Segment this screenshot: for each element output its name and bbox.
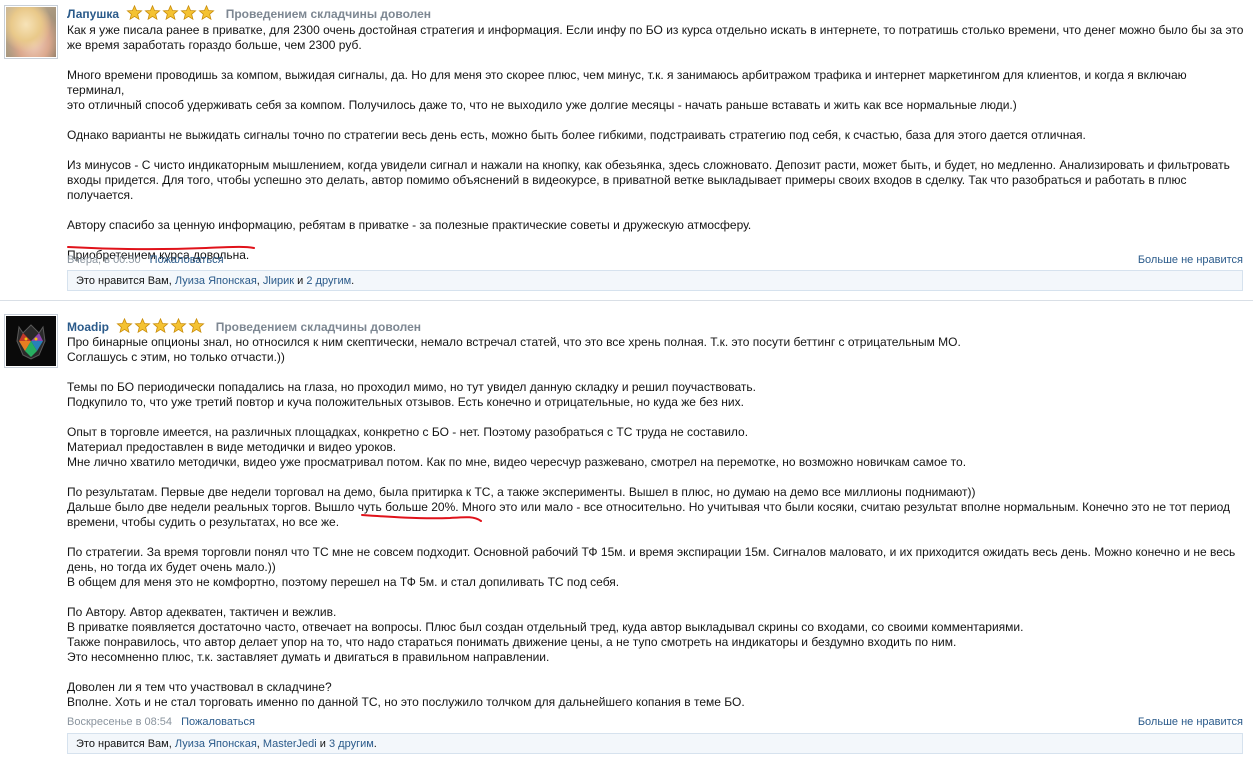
text-line: Доволен ли я тем что участвовал в складч… <box>67 680 332 694</box>
avatar[interactable] <box>4 314 58 368</box>
likes-prefix: Это нравится Вам, <box>76 738 175 750</box>
red-underline-annotation <box>67 245 255 251</box>
liker-link[interactable]: Луиза Японская <box>175 738 257 750</box>
text-line: Автору спасибо за ценную информацию, реб… <box>67 218 752 232</box>
report-link[interactable]: Пожаловаться <box>181 716 255 728</box>
text-line: день, но тогда их будет очень мало.)) <box>67 560 276 574</box>
post-body: Про бинарные опционы знал, но относился … <box>67 335 1247 710</box>
text-line: В общем для меня это не комфортно, поэто… <box>67 575 620 589</box>
username-link[interactable]: Лапушка <box>67 7 119 21</box>
text-line: Это несомненно плюс, т.к. заставляет дум… <box>67 650 550 664</box>
star-icon <box>198 5 215 20</box>
likes-prefix: Это нравится Вам, <box>76 275 175 287</box>
text-line: входы придется. Для того, чтобы успешно … <box>67 173 1187 187</box>
star-icon <box>170 318 187 333</box>
star-icon <box>134 318 151 333</box>
post-timestamp: Воскресенье в 08:54 <box>67 716 173 728</box>
likes-summary: Это нравится Вам, Луиза Японская, Master… <box>67 733 1243 754</box>
text-line: По результатам. Первые две недели торгов… <box>67 485 976 499</box>
rating-stars <box>126 5 216 23</box>
unlike-link[interactable]: Больше не нравится <box>1138 254 1243 266</box>
text-line: же время заработать гораздо больше, чем … <box>67 38 362 52</box>
post-body: Как я уже писала ранее в приватке, для 2… <box>67 23 1247 263</box>
post-timestamp: Вчера, в 00:50 <box>67 254 141 266</box>
text-line: Подкупило то, что уже третий повтор и ку… <box>67 395 744 409</box>
star-icon <box>162 5 179 20</box>
text-line: По Автору. Автор адекватен, тактичен и в… <box>67 605 337 619</box>
text-line: Темы по БО периодически попадались на гл… <box>67 380 756 394</box>
avatar[interactable] <box>4 5 58 59</box>
unlike-link[interactable]: Больше не нравится <box>1138 716 1243 728</box>
username-link[interactable]: Moadip <box>67 320 109 334</box>
text-line: Дальше было две недели реальных торгов. … <box>67 500 1230 514</box>
star-icon <box>188 318 205 333</box>
report-link[interactable]: Пожаловаться <box>150 254 224 266</box>
text-line: Вполне. Хоть и не стал торговать именно … <box>67 695 745 709</box>
liker-link[interactable]: Луиза Японская <box>175 275 257 287</box>
likes-and: и <box>294 275 307 287</box>
rating-verdict: Проведением складчины доволен <box>225 7 432 21</box>
others-link[interactable]: 2 другим <box>306 275 351 287</box>
likes-summary: Это нравится Вам, Луиза Японская, Jlирик… <box>67 270 1243 291</box>
post-divider <box>0 300 1253 301</box>
star-icon <box>180 5 197 20</box>
rating-stars <box>116 318 206 336</box>
text-line: времени, чтобы судить о результатах, но … <box>67 515 340 529</box>
star-icon <box>126 5 143 20</box>
wolf-avatar-icon <box>16 324 46 360</box>
likes-end: . <box>351 275 355 287</box>
liker-link[interactable]: Jlирик <box>263 275 294 287</box>
star-icon <box>152 318 169 333</box>
liker-link[interactable]: MasterJedi <box>263 738 317 750</box>
text-line: Мне лично хватило методички, видео уже п… <box>67 455 967 469</box>
text-line: Соглашусь с этим, но только отчасти.)) <box>67 350 285 364</box>
likes-end: . <box>373 738 377 750</box>
text-line: это отличный способ удерживать себя за к… <box>67 98 1017 112</box>
rating-verdict: Проведением складчины доволен <box>215 320 422 334</box>
red-underline-annotation <box>361 514 482 522</box>
star-icon <box>116 318 133 333</box>
text-line: получается. <box>67 188 134 202</box>
text-line: Много времени проводишь за компом, выжид… <box>67 68 1187 97</box>
star-icon <box>144 5 161 20</box>
others-link[interactable]: 3 другим <box>329 738 374 750</box>
text-line: По стратегии. За время торговли понял чт… <box>67 545 1236 559</box>
text-line: Как я уже писала ранее в приватке, для 2… <box>67 23 1244 37</box>
text-line: Также понравилось, что автор делает упор… <box>67 635 957 649</box>
text-line: Про бинарные опционы знал, но относился … <box>67 335 961 349</box>
text-line: Из минусов - С чисто индикаторным мышлен… <box>67 158 1230 172</box>
text-line: Опыт в торговле имеется, на различных пл… <box>67 425 749 439</box>
likes-and: и <box>316 738 329 750</box>
text-line: В приватке появляется достаточно часто, … <box>67 620 1024 634</box>
text-line: Однако варианты не выжидать сигналы точн… <box>67 128 1086 142</box>
text-line: Материал предоставлен в виде методички и… <box>67 440 397 454</box>
